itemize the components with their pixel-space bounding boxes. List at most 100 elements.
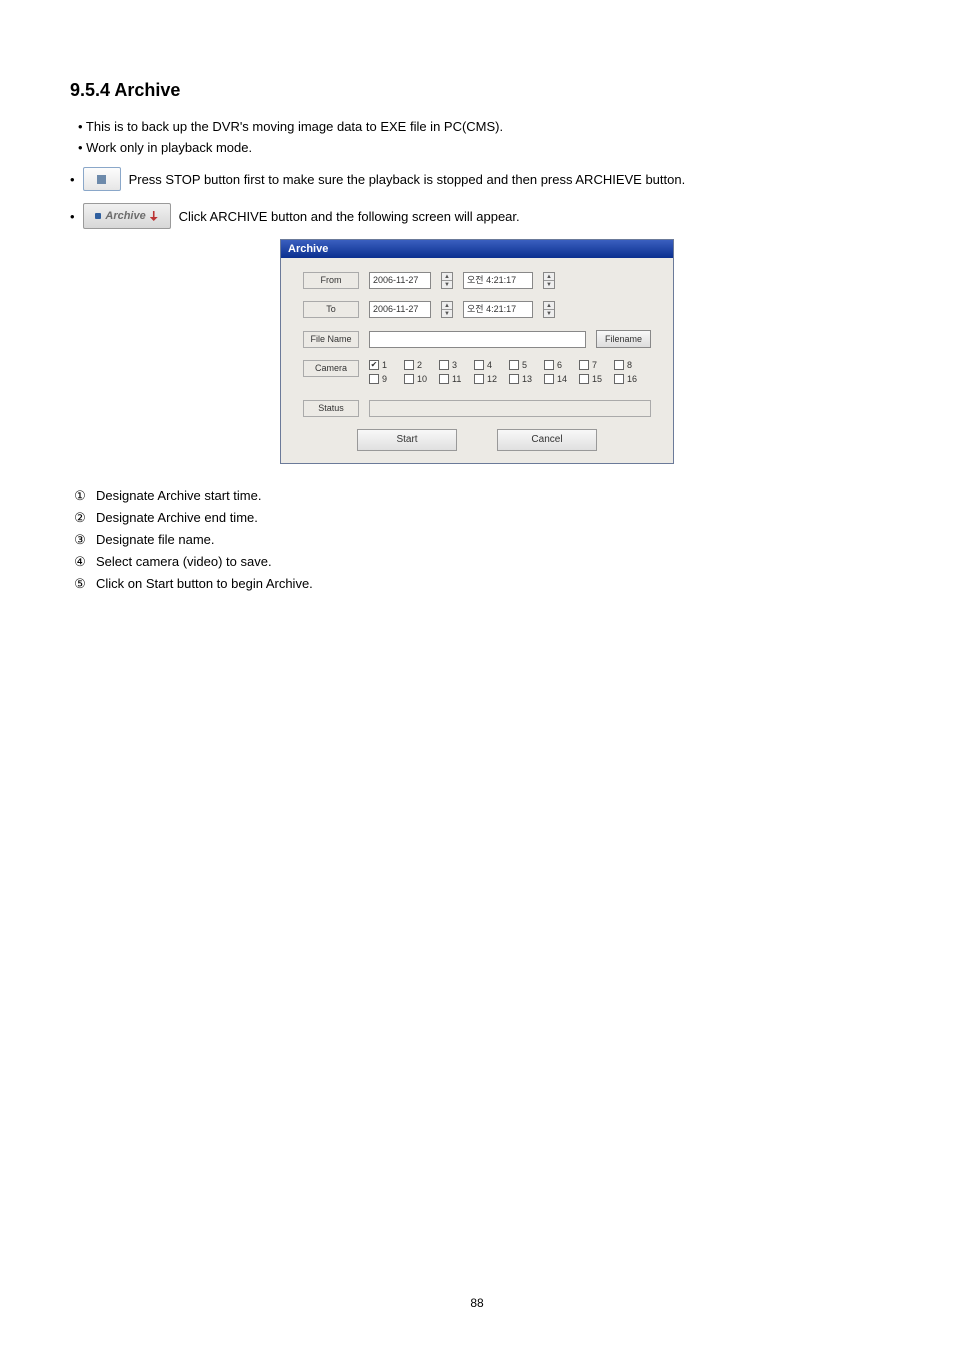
bullet: • <box>70 209 75 224</box>
checkbox-icon <box>369 374 379 384</box>
stop-instruction-line: • Press STOP button first to make sure t… <box>70 167 884 191</box>
to-date-spinner[interactable]: ▲▼ <box>441 301 453 318</box>
stop-button-icon <box>83 167 121 191</box>
camera-number: 5 <box>522 360 527 370</box>
camera-checkbox-12[interactable]: 12 <box>474 374 509 384</box>
camera-checkbox-13[interactable]: 13 <box>509 374 544 384</box>
step-number: ⑤ <box>72 576 88 592</box>
camera-checkbox-15[interactable]: 15 <box>579 374 614 384</box>
bullet: • <box>70 172 75 187</box>
camera-checkbox-10[interactable]: 10 <box>404 374 439 384</box>
archive-instruction-text: Click ARCHIVE button and the following s… <box>179 209 520 224</box>
step-number: ③ <box>72 532 88 548</box>
dialog-buttons: Start Cancel <box>303 429 651 451</box>
checkbox-icon <box>404 374 414 384</box>
camera-label: Camera <box>303 360 359 377</box>
camera-number: 16 <box>627 374 637 384</box>
archive-dialog: Archive From 2006-11-27 ▲▼ 오전 4:21:17 ▲▼… <box>280 239 674 464</box>
camera-checkbox-11[interactable]: 11 <box>439 374 474 384</box>
step-number: ④ <box>72 554 88 570</box>
camera-number: 10 <box>417 374 427 384</box>
step-item: ②Designate Archive end time. <box>72 510 884 526</box>
step-text: Select camera (video) to save. <box>96 554 272 569</box>
checkbox-icon <box>404 360 414 370</box>
camera-checkbox-16[interactable]: 16 <box>614 374 649 384</box>
camera-number: 9 <box>382 374 387 384</box>
step-item: ⑤ Click on Start button to begin Archive. <box>72 576 884 592</box>
from-label: From <box>303 272 359 289</box>
from-date-spinner[interactable]: ▲▼ <box>441 272 453 289</box>
checkbox-icon <box>614 374 624 384</box>
camera-checkbox-6[interactable]: 6 <box>544 360 579 370</box>
checkbox-icon: ✔ <box>369 360 379 370</box>
status-display <box>369 400 651 417</box>
camera-checkbox-1[interactable]: ✔1 <box>369 360 404 370</box>
status-label: Status <box>303 400 359 417</box>
camera-row: Camera ✔1 2 3 4 5 6 7 8 9 10 11 12 13 14 15 16 <box>303 360 651 388</box>
status-row: Status <box>303 400 651 417</box>
to-time-spinner[interactable]: ▲▼ <box>543 301 555 318</box>
page-number: 88 <box>0 1296 954 1310</box>
intro-line-1: • This is to back up the DVR's moving im… <box>78 119 884 134</box>
camera-checkbox-9[interactable]: 9 <box>369 374 404 384</box>
archive-dot-icon <box>95 213 101 219</box>
archive-instruction-line: • Archive Click ARCHIVE button and the f… <box>70 203 884 229</box>
camera-checkbox-4[interactable]: 4 <box>474 360 509 370</box>
to-time-input[interactable]: 오전 4:21:17 <box>463 301 533 318</box>
checkbox-icon <box>579 360 589 370</box>
checkbox-icon <box>544 374 554 384</box>
filename-button[interactable]: Filename <box>596 330 651 348</box>
camera-checkbox-3[interactable]: 3 <box>439 360 474 370</box>
archive-button-icon: Archive <box>83 203 171 229</box>
camera-number: 11 <box>452 374 461 384</box>
cancel-button[interactable]: Cancel <box>497 429 597 451</box>
step-text: Designate Archive start time. <box>96 488 261 503</box>
archive-button-label: Archive <box>105 210 145 222</box>
step-text: Designate Archive end time. <box>96 510 258 525</box>
intro-line-2: • Work only in playback mode. <box>78 140 884 155</box>
camera-number: 14 <box>557 374 567 384</box>
camera-number: 4 <box>487 360 492 370</box>
camera-checkbox-7[interactable]: 7 <box>579 360 614 370</box>
camera-number: 3 <box>452 360 457 370</box>
stop-instruction-text: Press STOP button first to make sure the… <box>129 172 686 187</box>
camera-number: 15 <box>592 374 602 384</box>
camera-checkbox-14[interactable]: 14 <box>544 374 579 384</box>
checkbox-icon <box>439 360 449 370</box>
from-time-input[interactable]: 오전 4:21:17 <box>463 272 533 289</box>
filename-input[interactable] <box>369 331 586 348</box>
to-row: To 2006-11-27 ▲▼ 오전 4:21:17 ▲▼ <box>303 301 651 318</box>
from-time-spinner[interactable]: ▲▼ <box>543 272 555 289</box>
start-button[interactable]: Start <box>357 429 457 451</box>
checkbox-icon <box>544 360 554 370</box>
section-heading: 9.5.4 Archive <box>70 80 884 101</box>
from-date-input[interactable]: 2006-11-27 <box>369 272 431 289</box>
camera-number: 7 <box>592 360 597 370</box>
to-date-input[interactable]: 2006-11-27 <box>369 301 431 318</box>
dialog-titlebar: Archive <box>281 240 673 258</box>
checkbox-icon <box>474 360 484 370</box>
camera-grid: ✔1 2 3 4 5 6 7 8 9 10 11 12 13 14 15 16 <box>369 360 649 388</box>
camera-checkbox-2[interactable]: 2 <box>404 360 439 370</box>
checkbox-icon <box>439 374 449 384</box>
filename-label: File Name <box>303 331 359 348</box>
steps-list: ① Designate Archive start time. ②Designate… <box>72 488 884 592</box>
step-item: ① Designate Archive start time. <box>72 488 884 504</box>
camera-number: 13 <box>522 374 532 384</box>
step-text: Click on Start button to begin Archive. <box>96 576 313 591</box>
camera-checkbox-5[interactable]: 5 <box>509 360 544 370</box>
step-text: Designate file name. <box>96 532 215 547</box>
filename-row: File Name Filename <box>303 330 651 348</box>
camera-number: 2 <box>417 360 422 370</box>
camera-number: 8 <box>627 360 632 370</box>
checkbox-icon <box>579 374 589 384</box>
camera-checkbox-8[interactable]: 8 <box>614 360 649 370</box>
stop-square-icon <box>97 175 106 184</box>
archive-arrow-icon <box>150 211 158 221</box>
intro-bullets: • This is to back up the DVR's moving im… <box>78 119 884 155</box>
step-number: ① <box>72 488 88 504</box>
checkbox-icon <box>509 360 519 370</box>
camera-number: 12 <box>487 374 497 384</box>
step-item: ④ Select camera (video) to save. <box>72 554 884 570</box>
checkbox-icon <box>614 360 624 370</box>
